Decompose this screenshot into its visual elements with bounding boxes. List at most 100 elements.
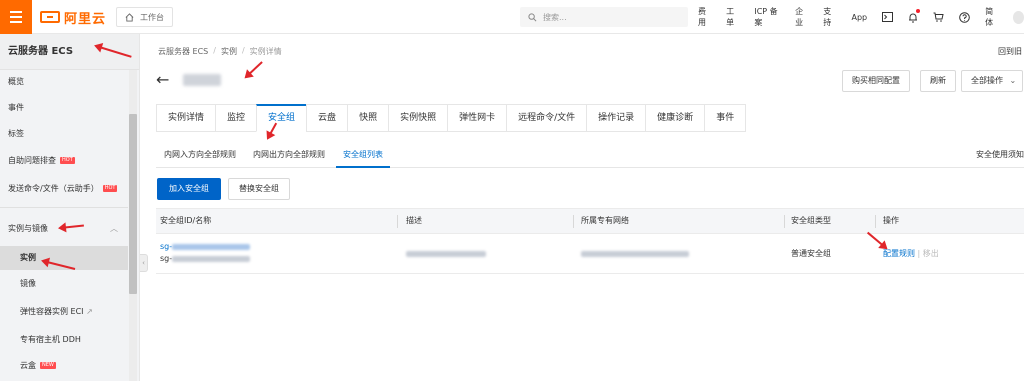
row-actions: 配置规则 | 移出 — [883, 248, 939, 259]
tab-events[interactable]: 事件 — [704, 104, 747, 132]
help-icon[interactable] — [959, 11, 970, 23]
col-security-group-id: 安全组ID/名称 — [160, 216, 212, 225]
top-bar: 阿里云 工作台 费用 工单 ICP 备案 企业 支持 App 简体 — [0, 0, 1024, 34]
subtab-security-group-list[interactable]: 安全组列表 — [336, 146, 390, 168]
workbench-button[interactable]: 工作台 — [116, 7, 173, 27]
chevron-down-icon: ⌄ — [1009, 76, 1017, 85]
subtab-outbound-rules[interactable]: 内网出方向全部规则 — [253, 146, 325, 168]
security-group-type: 普通安全组 — [791, 249, 831, 258]
breadcrumb-instances[interactable]: 实例 — [221, 46, 237, 57]
hot-badge: HOT — [102, 185, 118, 192]
breadcrumb-separator: / — [213, 46, 216, 55]
buy-same-config-button[interactable]: 购买相同配置 — [842, 70, 910, 92]
col-description: 描述 — [406, 216, 422, 225]
all-actions-label: 全部操作 — [971, 76, 1003, 85]
notification-dot — [916, 9, 921, 13]
breadcrumb-ecs[interactable]: 云服务器 ECS — [158, 46, 208, 57]
tab-monitoring[interactable]: 监控 — [215, 104, 257, 132]
security-group-name-prefix: sg- — [160, 254, 173, 263]
aliyun-logo[interactable]: 阿里云 — [40, 9, 106, 27]
refresh-button[interactable]: 刷新 — [920, 70, 956, 92]
subtab-inbound-rules[interactable]: 内网入方向全部规则 — [164, 146, 236, 168]
nav-icp[interactable]: ICP 备案 — [754, 6, 780, 28]
nav-fees[interactable]: 费用 — [698, 6, 711, 28]
workbench-label: 工作台 — [140, 12, 164, 22]
home-icon — [125, 12, 134, 22]
security-group-id-redacted — [172, 243, 251, 250]
security-notice-link[interactable]: 安全使用须知 — [976, 146, 1024, 168]
table-header: 安全组ID/名称 描述 所属专有网络 安全组类型 操作 — [156, 208, 1024, 234]
col-actions: 操作 — [883, 216, 899, 225]
avatar[interactable] — [1013, 10, 1024, 24]
security-subtabs: 内网入方向全部规则 内网出方向全部规则 安全组列表 安全使用须知 — [156, 146, 1024, 168]
tab-remote-commands[interactable]: 远程命令/文件 — [506, 104, 587, 132]
sidebar-item-cloud-assistant[interactable]: 发送命令/文件（云助手） HOT — [0, 179, 128, 199]
instance-name-redacted — [183, 74, 221, 86]
nav-support[interactable]: 支持 — [823, 6, 836, 28]
tab-instance-details[interactable]: 实例详情 — [156, 104, 216, 132]
sidebar-item-events[interactable]: 事件 — [0, 98, 128, 118]
breadcrumb-current: 实例详情 — [249, 47, 282, 56]
security-group-name: sg- — [160, 254, 251, 263]
security-group-id-prefix: sg- — [160, 242, 173, 251]
sidebar-item-images[interactable]: 镜像 — [0, 274, 128, 294]
tab-instance-snapshots[interactable]: 实例快照 — [388, 104, 448, 132]
top-nav: 费用 工单 ICP 备案 企业 支持 App 简体 — [698, 0, 1024, 34]
replace-security-group-button[interactable]: 替换安全组 — [228, 178, 290, 200]
configure-rules-link[interactable]: 配置规则 — [883, 249, 915, 258]
sidebar-divider — [0, 207, 128, 208]
external-link-icon: ↗ — [86, 307, 93, 316]
search-input[interactable] — [543, 12, 673, 22]
bell-icon[interactable] — [908, 9, 921, 23]
description-redacted — [406, 249, 486, 258]
tab-operation-logs[interactable]: 操作记录 — [586, 104, 646, 132]
sidebar-item-troubleshoot[interactable]: 自助问题排查 HOT — [0, 151, 128, 171]
sidebar: 云服务器 ECS 概览 事件 标签 自助问题排查 HOT 发送命令/文件（云助手）… — [0, 34, 140, 381]
sidebar-item-ddh[interactable]: 专有宿主机 DDH — [0, 330, 128, 350]
all-actions-dropdown[interactable]: 全部操作 ⌄ — [961, 70, 1024, 92]
security-group-id[interactable]: sg- — [160, 242, 251, 251]
sidebar-collapse-handle[interactable]: ‹ — [140, 254, 148, 272]
language-switch[interactable]: 简体 — [985, 6, 998, 28]
back-arrow-icon[interactable]: ← — [156, 72, 169, 88]
search-icon — [528, 12, 537, 21]
new-badge: NEW — [40, 362, 56, 369]
sidebar-item-label: 发送命令/文件（云助手） — [8, 184, 99, 193]
remove-link[interactable]: 移出 — [923, 249, 939, 258]
tab-health-diagnosis[interactable]: 健康诊断 — [645, 104, 705, 132]
sidebar-item-label: 弹性容器实例 ECI — [20, 307, 84, 316]
nav-enterprise[interactable]: 企业 — [795, 6, 808, 28]
nav-tickets[interactable]: 工单 — [726, 6, 739, 28]
sidebar-item-eci[interactable]: 弹性容器实例 ECI ↗ — [0, 302, 128, 322]
console-page: 阿里云 工作台 费用 工单 ICP 备案 企业 支持 App 简体 云服务器 E… — [0, 0, 1024, 381]
tab-cloud-disks[interactable]: 云盘 — [306, 104, 348, 132]
column-divider — [784, 215, 785, 228]
sidebar-item-label: 自助问题排查 — [8, 156, 56, 165]
tab-snapshots[interactable]: 快照 — [347, 104, 389, 132]
cart-icon[interactable] — [933, 11, 944, 23]
tab-eni[interactable]: 弹性网卡 — [447, 104, 507, 132]
col-vpc: 所属专有网络 — [581, 216, 629, 225]
sidebar-item-tags[interactable]: 标签 — [0, 124, 128, 144]
sidebar-item-overview[interactable]: 概览 — [0, 72, 128, 92]
terminal-icon[interactable] — [882, 11, 894, 23]
annotation-arrow — [245, 61, 263, 78]
security-group-name-redacted — [172, 255, 251, 262]
tab-security-groups[interactable]: 安全组 — [256, 104, 307, 132]
global-search[interactable] — [520, 7, 688, 27]
table-row: sg- sg- 普通安全组 配置规则 | 移出 — [156, 234, 1024, 274]
back-to-old-link[interactable]: 回到旧 — [998, 46, 1022, 57]
sidebar-item-label: 云盒 — [20, 361, 36, 370]
chevron-up-icon: ︿ — [110, 224, 118, 233]
sidebar-scrollbar[interactable] — [129, 114, 137, 294]
menu-icon[interactable] — [0, 0, 32, 34]
col-group-type: 安全组类型 — [791, 216, 831, 225]
sidebar-item-cloudbox[interactable]: 云盒 NEW — [0, 356, 128, 376]
nav-app[interactable]: App — [851, 13, 867, 22]
logo-mark-icon — [40, 11, 60, 23]
column-divider — [573, 215, 574, 228]
sidebar-group-label: 实例与镜像 — [8, 224, 48, 233]
add-security-group-button[interactable]: 加入安全组 — [157, 178, 221, 200]
breadcrumb: 云服务器 ECS / 实例 / 实例详情 — [158, 46, 282, 57]
vpc-redacted[interactable] — [581, 249, 689, 258]
